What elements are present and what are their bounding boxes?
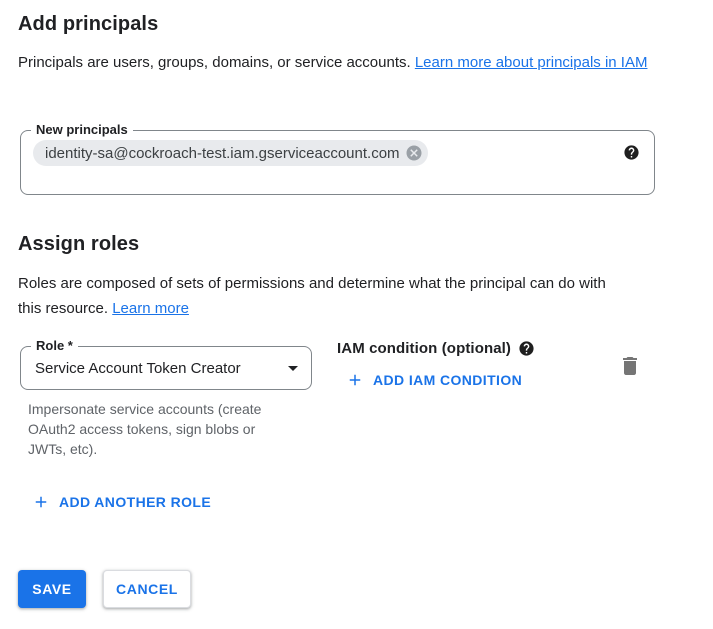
assign-roles-heading: Assign roles (18, 233, 139, 256)
learn-more-roles-link[interactable]: Learn more (112, 300, 189, 317)
role-helper-text: Impersonate service accounts (create OAu… (28, 399, 293, 459)
iam-condition-help-button[interactable] (518, 340, 535, 357)
role-select[interactable]: Role * Service Account Token Creator (20, 346, 312, 390)
roles-description: Roles are composed of sets of permission… (18, 271, 618, 321)
plus-icon (346, 371, 364, 389)
caret-down-icon (281, 356, 305, 385)
chip-remove-button[interactable] (405, 144, 423, 162)
iam-condition-label: IAM condition (optional) (337, 340, 511, 357)
help-circle-icon (518, 340, 535, 357)
roles-description-text: Roles are composed of sets of permission… (18, 275, 606, 317)
principal-chip: identity-sa@cockroach-test.iam.gservicea… (33, 140, 428, 166)
trash-icon (618, 354, 642, 378)
principals-description: Principals are users, groups, domains, o… (18, 50, 650, 75)
help-circle-icon (623, 144, 640, 161)
add-another-role-label: ADD ANOTHER ROLE (59, 494, 211, 510)
principals-help-button[interactable] (623, 144, 640, 161)
add-principals-panel: Add principals Principals are users, gro… (0, 0, 713, 629)
learn-more-principals-link[interactable]: Learn more about principals in IAM (415, 54, 648, 71)
add-another-role-button[interactable]: ADD ANOTHER ROLE (32, 493, 211, 511)
iam-condition-label-row: IAM condition (optional) (337, 340, 535, 357)
save-button[interactable]: SAVE (18, 570, 86, 608)
plus-icon (32, 493, 50, 511)
new-principals-label: New principals (31, 122, 133, 138)
add-iam-condition-label: ADD IAM CONDITION (373, 372, 522, 388)
delete-role-button[interactable] (616, 352, 644, 380)
role-selected-value: Service Account Token Creator (35, 347, 241, 389)
principal-chip-value: identity-sa@cockroach-test.iam.gservicea… (45, 145, 400, 162)
new-principals-field[interactable]: New principals identity-sa@cockroach-tes… (20, 130, 655, 195)
cancel-button[interactable]: CANCEL (103, 570, 191, 608)
add-iam-condition-button[interactable]: ADD IAM CONDITION (346, 371, 522, 389)
close-circle-icon (405, 144, 423, 162)
principals-description-text: Principals are users, groups, domains, o… (18, 54, 415, 71)
add-principals-heading: Add principals (18, 13, 158, 36)
